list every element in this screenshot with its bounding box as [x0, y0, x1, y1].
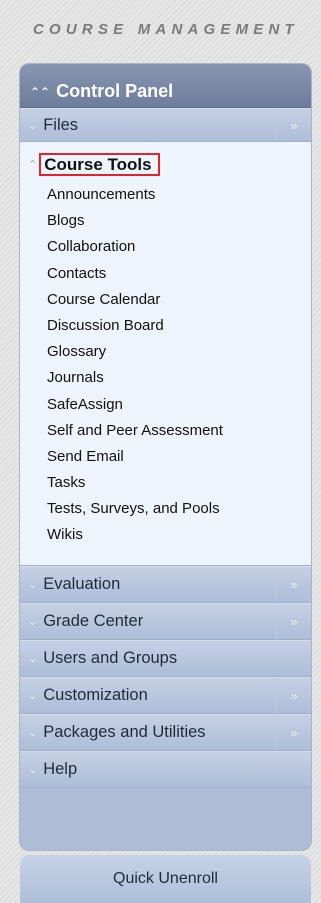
double-chevron-down-icon: ⌄ [28, 690, 38, 702]
double-chevron-down-icon: ⌄ [28, 579, 38, 591]
tool-link-collaboration[interactable]: Collaboration [20, 234, 311, 260]
double-chevron-up-icon: ⌃ [28, 158, 38, 171]
double-chevron-right-icon[interactable]: » [276, 604, 311, 639]
tool-link-safeassign[interactable]: SafeAssign [20, 392, 311, 418]
double-chevron-up-icon: ⌃⌃ [30, 84, 51, 99]
menu-item-evaluation-label: Evaluation [43, 575, 121, 593]
quick-unenroll-button[interactable]: Quick Unenroll [20, 855, 311, 903]
tool-link-tests-surveys-pools[interactable]: Tests, Surveys, and Pools [20, 496, 311, 522]
menu-item-grade-center[interactable]: ⌄ Grade Center » [20, 603, 311, 640]
menu-item-help-label: Help [43, 760, 78, 778]
menu-item-evaluation[interactable]: ⌄ Evaluation » [20, 566, 311, 603]
course-tools-list: Announcements Blogs Collaboration Contac… [20, 182, 311, 549]
menu-item-packages-utilities-label: Packages and Utilities [43, 723, 206, 741]
tool-link-blogs[interactable]: Blogs [20, 208, 311, 234]
menu-item-files[interactable]: ⌄ Files » [20, 108, 311, 142]
menu-item-customization-label: Customization [43, 686, 148, 704]
menu-item-users-groups[interactable]: ⌄ Users and Groups [20, 640, 311, 677]
double-chevron-down-icon: ⌄ [28, 119, 38, 132]
double-chevron-down-icon: ⌄ [28, 764, 38, 776]
menu-item-packages-utilities[interactable]: ⌄ Packages and Utilities » [20, 714, 311, 751]
tool-link-self-peer-assessment[interactable]: Self and Peer Assessment [20, 418, 311, 444]
double-chevron-down-icon: ⌄ [28, 653, 38, 665]
section-title-course-management: COURSE MANAGEMENT [33, 21, 299, 38]
control-panel-title: Control Panel [56, 81, 174, 101]
tool-link-announcements[interactable]: Announcements [20, 182, 311, 208]
double-chevron-right-icon[interactable]: » [276, 715, 311, 750]
tool-link-wikis[interactable]: Wikis [20, 522, 311, 548]
double-chevron-down-icon: ⌄ [28, 727, 38, 739]
tool-link-course-calendar[interactable]: Course Calendar [20, 287, 311, 313]
tool-link-discussion-board[interactable]: Discussion Board [20, 313, 311, 339]
tool-link-tasks[interactable]: Tasks [20, 470, 311, 496]
double-chevron-right-icon[interactable]: » [276, 678, 311, 713]
menu-item-help[interactable]: ⌄ Help [20, 751, 311, 788]
tool-link-glossary[interactable]: Glossary [20, 339, 311, 365]
double-chevron-down-icon: ⌄ [28, 616, 38, 628]
menu-item-customization[interactable]: ⌄ Customization » [20, 677, 311, 714]
double-chevron-right-icon[interactable]: » [276, 567, 311, 602]
double-chevron-right-icon[interactable]: » [276, 109, 311, 141]
tool-link-contacts[interactable]: Contacts [20, 261, 311, 287]
tool-link-send-email[interactable]: Send Email [20, 444, 311, 470]
menu-item-grade-center-label: Grade Center [43, 612, 144, 630]
course-tools-title: Course Tools [39, 152, 160, 176]
menu-item-users-groups-label: Users and Groups [43, 649, 178, 667]
course-tools-section: ⌃ Course Tools Announcements Blogs Colla… [20, 142, 311, 566]
control-panel-header[interactable]: ⌃⌃ Control Panel [20, 64, 311, 108]
control-panel: ⌃⌃ Control Panel ⌄ Files » ⌃ Course Tool… [20, 64, 311, 850]
course-tools-header[interactable]: ⌃ Course Tools [20, 152, 311, 176]
menu-item-files-label: Files [43, 115, 79, 134]
tool-link-journals[interactable]: Journals [20, 365, 311, 391]
